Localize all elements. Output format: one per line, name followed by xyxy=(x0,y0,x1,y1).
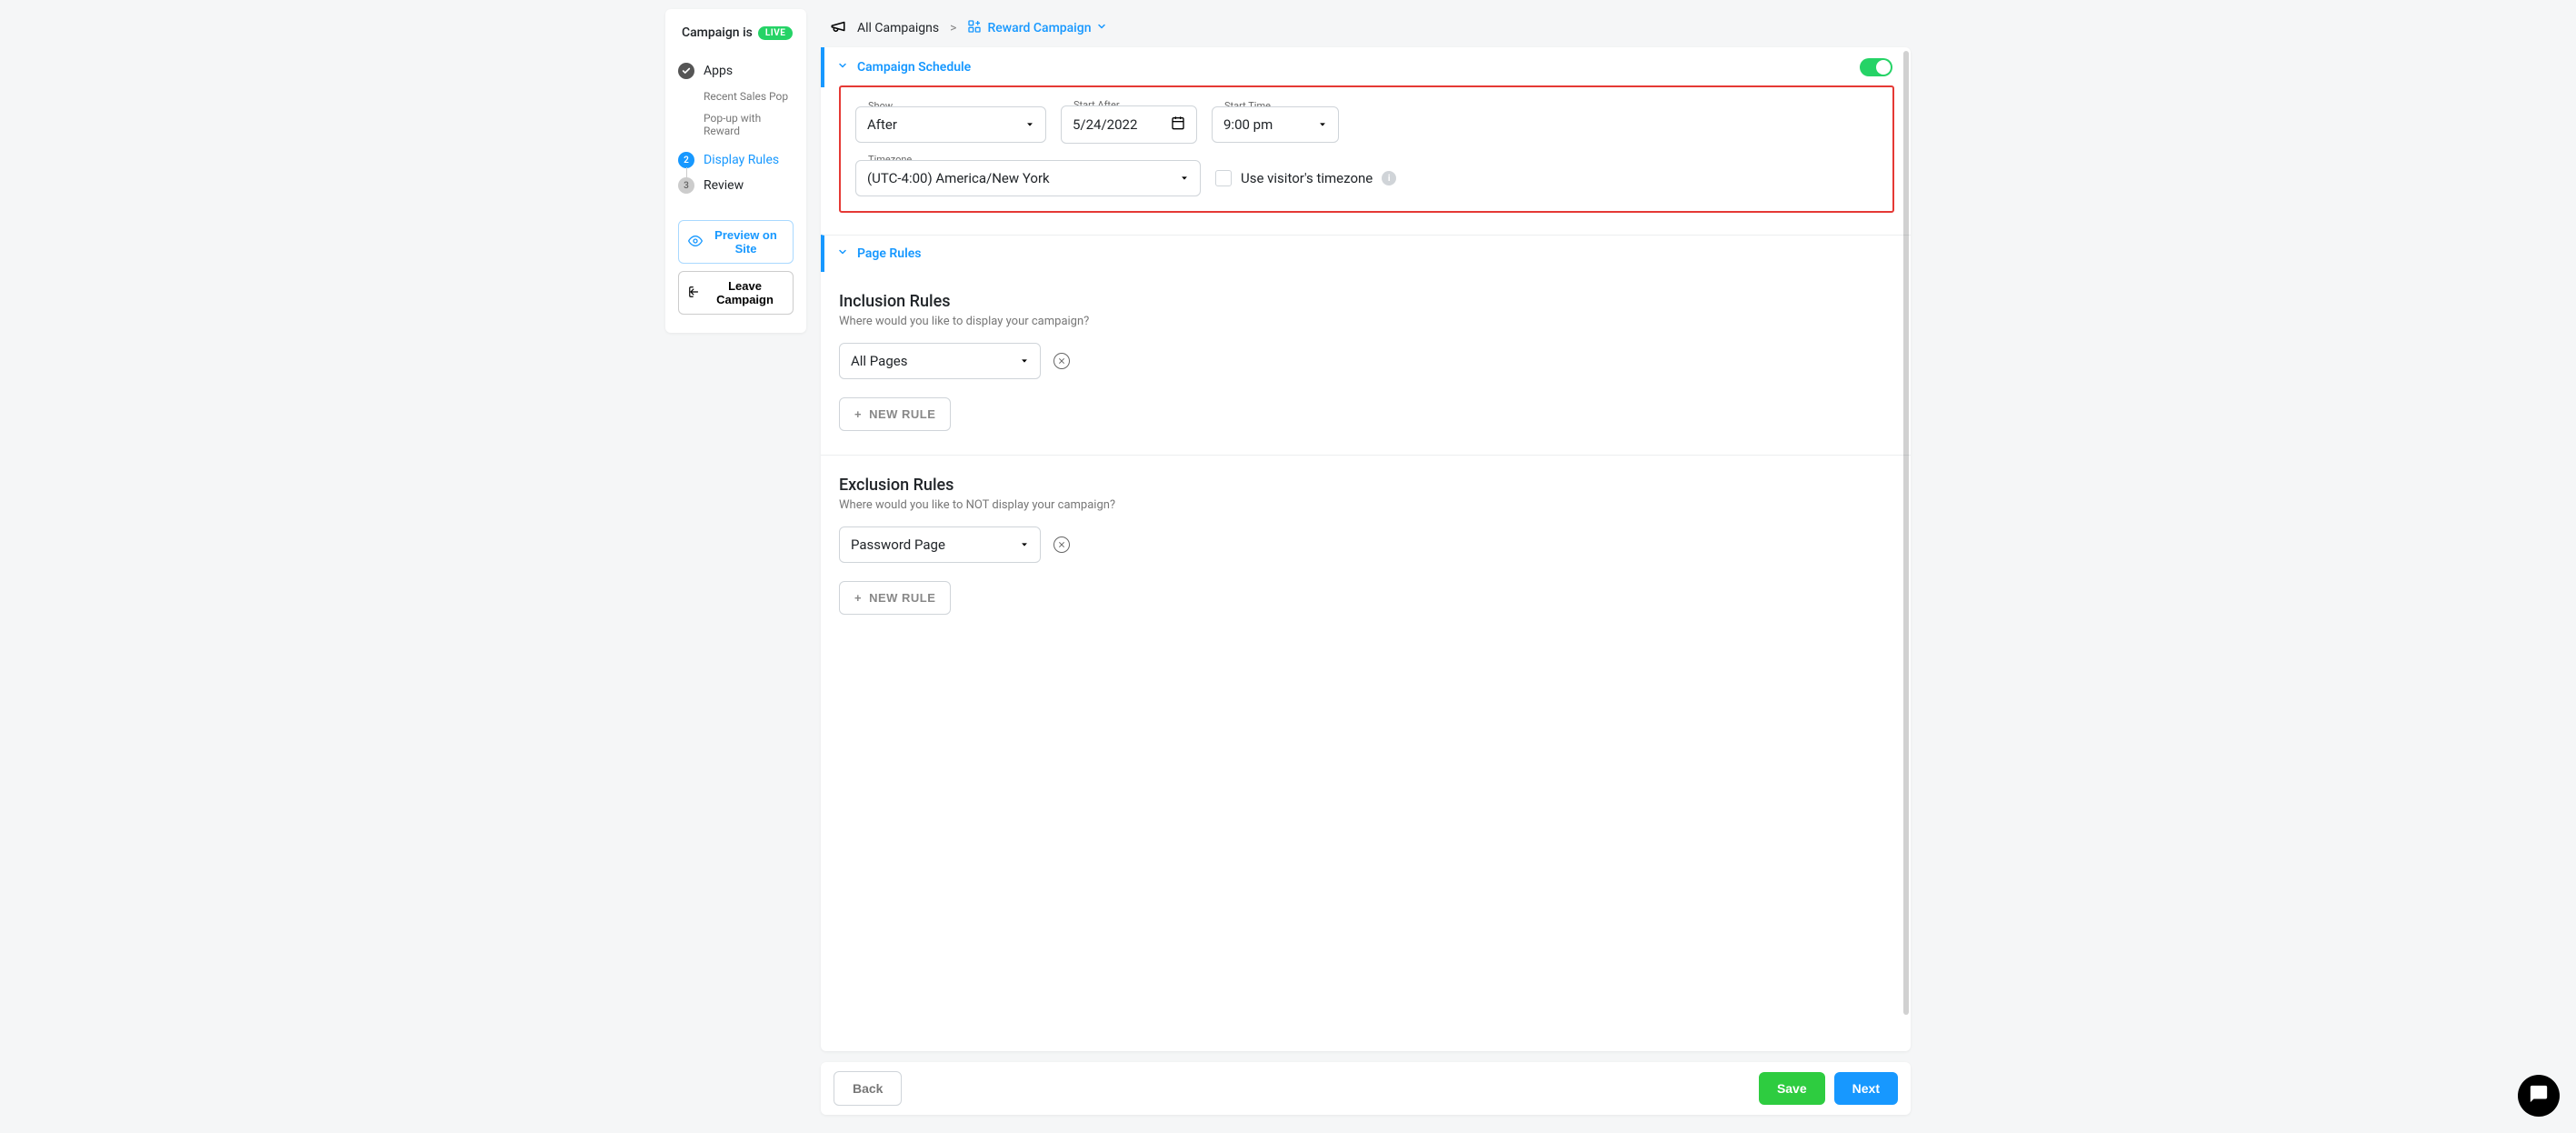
timezone-select[interactable]: (UTC-4:00) America/New York xyxy=(855,160,1201,196)
new-rule-label: NEW RULE xyxy=(869,407,935,421)
plus-icon: + xyxy=(854,407,862,421)
step-apps[interactable]: Apps xyxy=(678,58,794,84)
inclusion-select[interactable]: All Pages xyxy=(839,343,1041,379)
save-button[interactable]: Save xyxy=(1759,1072,1825,1105)
show-select[interactable]: After xyxy=(855,106,1046,143)
visitor-tz-label: Use visitor's timezone xyxy=(1241,170,1373,186)
inclusion-value: All Pages xyxy=(851,353,907,369)
exit-icon xyxy=(688,286,701,301)
live-badge: LIVE xyxy=(758,26,794,40)
scrollbar[interactable] xyxy=(1903,51,1909,1015)
section-title-text: Page Rules xyxy=(857,246,921,261)
leave-campaign-button[interactable]: Leave Campaign xyxy=(678,271,794,315)
show-value: After xyxy=(867,116,897,133)
start-after-value: 5/24/2022 xyxy=(1073,116,1137,133)
inclusion-rules-sub: Where would you like to display your cam… xyxy=(839,315,1892,328)
chat-icon xyxy=(2529,1084,2549,1108)
breadcrumb-root[interactable]: All Campaigns xyxy=(857,21,939,35)
step-label: Apps xyxy=(704,64,733,78)
status-text: Campaign is xyxy=(682,25,753,40)
eye-icon xyxy=(688,234,703,251)
new-exclusion-rule-button[interactable]: + NEW RULE xyxy=(839,581,951,615)
section-header-schedule[interactable]: Campaign Schedule xyxy=(821,47,1911,87)
caret-down-icon xyxy=(1020,353,1029,369)
main-content: All Campaigns > Reward Campaign xyxy=(806,0,1911,1115)
sub-step-popup-reward[interactable]: Pop-up with Reward xyxy=(704,107,794,142)
chat-fab[interactable] xyxy=(2518,1075,2560,1117)
back-button[interactable]: Back xyxy=(834,1071,902,1106)
schedule-toggle[interactable] xyxy=(1860,58,1892,76)
megaphone-icon xyxy=(830,18,846,38)
campaign-status: Campaign is LIVE xyxy=(678,25,794,40)
step-label: Display Rules xyxy=(704,153,779,167)
breadcrumb-current-label: Reward Campaign xyxy=(987,21,1091,35)
exclusion-rules-title: Exclusion Rules xyxy=(839,476,1892,495)
chevron-down-icon[interactable] xyxy=(1096,21,1107,35)
info-icon[interactable]: i xyxy=(1382,171,1396,185)
new-inclusion-rule-button[interactable]: + NEW RULE xyxy=(839,397,951,431)
step-number: 3 xyxy=(678,177,694,194)
section-header-page-rules[interactable]: Page Rules xyxy=(821,235,1911,272)
plus-icon: + xyxy=(854,591,862,605)
button-label: Preview on Site xyxy=(708,228,784,256)
exclusion-value: Password Page xyxy=(851,536,945,553)
step-display-rules[interactable]: 2 Display Rules xyxy=(678,147,794,173)
exclusion-rules-sub: Where would you like to NOT display your… xyxy=(839,498,1892,512)
footer-bar: Back Save Next xyxy=(821,1062,1911,1115)
button-label: Leave Campaign xyxy=(706,279,784,306)
chevron-down-icon xyxy=(837,246,848,261)
caret-down-icon xyxy=(1020,536,1029,553)
remove-rule-button[interactable] xyxy=(1053,536,1070,553)
caret-down-icon xyxy=(1025,116,1034,133)
new-rule-label: NEW RULE xyxy=(869,591,935,605)
sub-steps: Recent Sales Pop Pop-up with Reward xyxy=(678,85,794,142)
start-time-select[interactable]: 9:00 pm xyxy=(1212,106,1339,143)
section-title-text: Campaign Schedule xyxy=(857,60,971,75)
step-label: Review xyxy=(704,178,744,193)
preview-on-site-button[interactable]: Preview on Site xyxy=(678,220,794,264)
highlighted-area: Show After Start After 5/24/20 xyxy=(839,85,1894,213)
timezone-value: (UTC-4:00) America/New York xyxy=(867,170,1050,186)
next-button[interactable]: Next xyxy=(1834,1072,1898,1105)
remove-rule-button[interactable] xyxy=(1053,353,1070,369)
step-number: 2 xyxy=(678,152,694,168)
inclusion-rules-title: Inclusion Rules xyxy=(839,292,1892,311)
exclusion-select[interactable]: Password Page xyxy=(839,526,1041,563)
caret-down-icon xyxy=(1318,116,1327,133)
sidebar: Campaign is LIVE Apps Recent Sales Pop P… xyxy=(665,0,806,1115)
steps-list: Apps xyxy=(678,58,794,84)
apps-icon xyxy=(967,19,982,37)
start-time-value: 9:00 pm xyxy=(1223,116,1273,133)
breadcrumb: All Campaigns > Reward Campaign xyxy=(821,9,1911,47)
sub-step-recent-sales[interactable]: Recent Sales Pop xyxy=(704,85,794,107)
start-after-input[interactable]: 5/24/2022 xyxy=(1061,105,1197,144)
breadcrumb-current[interactable]: Reward Campaign xyxy=(967,19,1107,37)
caret-down-icon xyxy=(1180,170,1189,186)
visitor-tz-checkbox[interactable] xyxy=(1215,170,1232,186)
step-review[interactable]: 3 Review xyxy=(678,173,794,198)
chevron-down-icon xyxy=(837,60,848,75)
calendar-icon xyxy=(1171,115,1185,134)
breadcrumb-separator: > xyxy=(950,21,956,35)
check-icon xyxy=(678,63,694,79)
